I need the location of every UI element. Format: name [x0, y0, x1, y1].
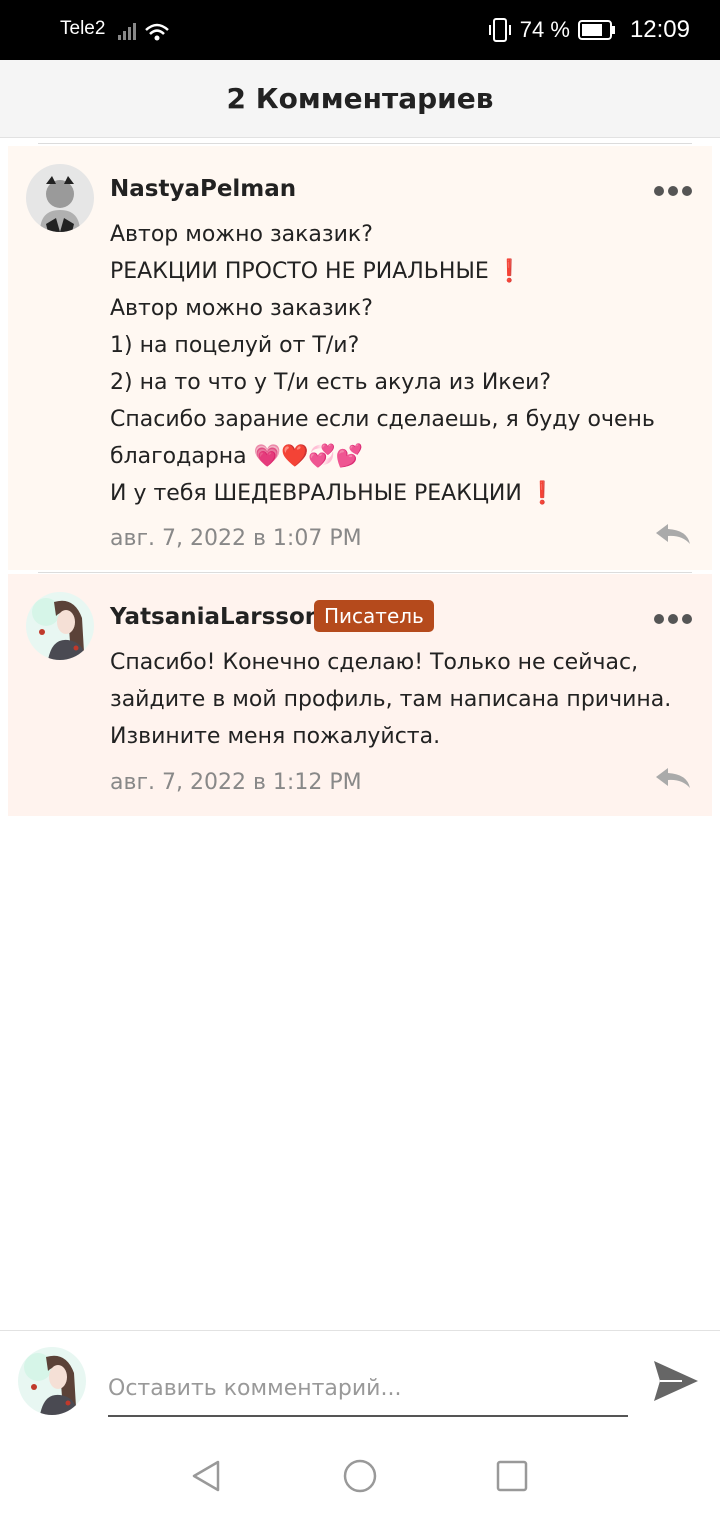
- comment-line: зайдите в мой профиль, там написана прич…: [110, 687, 672, 712]
- reply-icon[interactable]: [654, 766, 692, 790]
- writer-badge: Писатель: [314, 600, 434, 632]
- comment-line: 1) на поцелуй от Т/и?: [110, 333, 360, 358]
- more-options-icon[interactable]: [654, 612, 692, 626]
- comment-line: Извините меня пожалуйста.: [110, 724, 441, 749]
- comment-item: NastyaPelman Автор можно заказик? РЕАКЦИ…: [8, 146, 712, 570]
- comment-line: Автор можно заказик?: [110, 222, 373, 247]
- more-options-icon[interactable]: [654, 184, 692, 198]
- recent-apps-icon[interactable]: [494, 1458, 530, 1494]
- page-title: 2 Комментариев: [226, 82, 494, 115]
- avatar[interactable]: [26, 164, 94, 232]
- comment-input[interactable]: [108, 1361, 628, 1417]
- battery-percent: 74 %: [519, 17, 570, 42]
- home-icon[interactable]: [342, 1458, 378, 1494]
- comment-line: РЕАКЦИИ ПРОСТО НЕ РИАЛЬНЫЕ ❗: [110, 259, 524, 284]
- comment-timestamp: авг. 7, 2022 в 1:07 PM: [110, 526, 362, 551]
- comment-item: YatsaniaLarsson Писатель Спасибо! Конечн…: [8, 574, 712, 816]
- divider: [38, 143, 692, 144]
- status-bar: Tele2 74 % 12:09: [0, 0, 720, 60]
- reply-icon[interactable]: [654, 522, 692, 546]
- comments-header: 2 Комментариев: [0, 60, 720, 138]
- carrier-label: Tele2: [60, 18, 106, 39]
- comment-line: Автор можно заказик?: [110, 296, 373, 321]
- send-icon[interactable]: [652, 1357, 700, 1405]
- status-right: 74 % 12:09: [488, 14, 690, 46]
- comment-composer: [0, 1330, 720, 1430]
- divider: [38, 572, 692, 573]
- vibrate-icon: [488, 18, 511, 42]
- comment-line: Спасибо зарание если сделаешь, я буду оч…: [110, 407, 655, 432]
- avatar[interactable]: [26, 592, 94, 660]
- comment-line: 2) на то что у Т/и есть акула из Икеи?: [110, 370, 552, 395]
- comment-timestamp: авг. 7, 2022 в 1:12 PM: [110, 770, 362, 795]
- battery-icon: [577, 20, 615, 40]
- comment-line: Спасибо! Конечно сделаю! Только не сейча…: [110, 650, 639, 675]
- avatar: [18, 1347, 86, 1415]
- signal-wifi-icon: [118, 23, 169, 41]
- back-icon[interactable]: [188, 1458, 224, 1494]
- comment-author[interactable]: NastyaPelman: [110, 176, 296, 202]
- comment-author[interactable]: YatsaniaLarsson: [110, 604, 321, 630]
- comment-line: благодарна 💗❤️💞💕: [110, 444, 364, 469]
- comment-line: И у тебя ШЕДЕВРАЛЬНЫЕ РЕАКЦИИ ❗: [110, 481, 557, 506]
- clock: 12:09: [629, 16, 690, 43]
- system-nav-bar: [0, 1430, 720, 1520]
